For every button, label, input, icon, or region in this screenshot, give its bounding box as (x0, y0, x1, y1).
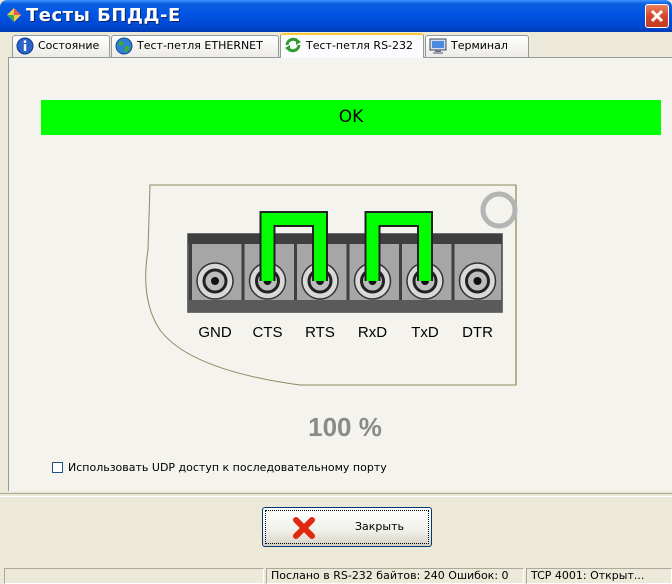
udp-checkbox-label: Использовать UDP доступ к последовательн… (68, 461, 387, 474)
close-button-label: Закрыть (355, 520, 404, 533)
pin-label-rts: RTS (305, 324, 335, 341)
terminal-block (187, 233, 503, 313)
tab-rs232-loop[interactable]: Тест-петля RS-232 (280, 33, 424, 58)
pin-label-gnd: GND (198, 324, 232, 341)
close-x-icon (293, 517, 315, 539)
mounting-hole (480, 191, 518, 229)
status-cell-empty (4, 568, 264, 584)
status-cell-tcp: TCP 4001: Открыт... (526, 568, 672, 584)
udp-checkbox[interactable] (52, 462, 63, 473)
pin-label-txd: TxD (411, 324, 439, 341)
status-cell-rs232: Послано в RS-232 байтов: 240 Ошибок: 0 (266, 568, 524, 584)
divider (0, 493, 672, 497)
pin-label-rxd: RxD (358, 324, 387, 341)
progress-percent: 100 % (308, 412, 382, 442)
pin-label-cts: CTS (253, 324, 283, 341)
pin-label-dtr: DTR (462, 324, 493, 341)
status-bar: Послано в RS-232 байтов: 240 Ошибок: 0 T… (0, 566, 672, 584)
refresh-icon (285, 37, 301, 53)
tab-label: Тест-петля RS-232 (306, 39, 414, 52)
close-button[interactable]: Закрыть (262, 507, 432, 547)
